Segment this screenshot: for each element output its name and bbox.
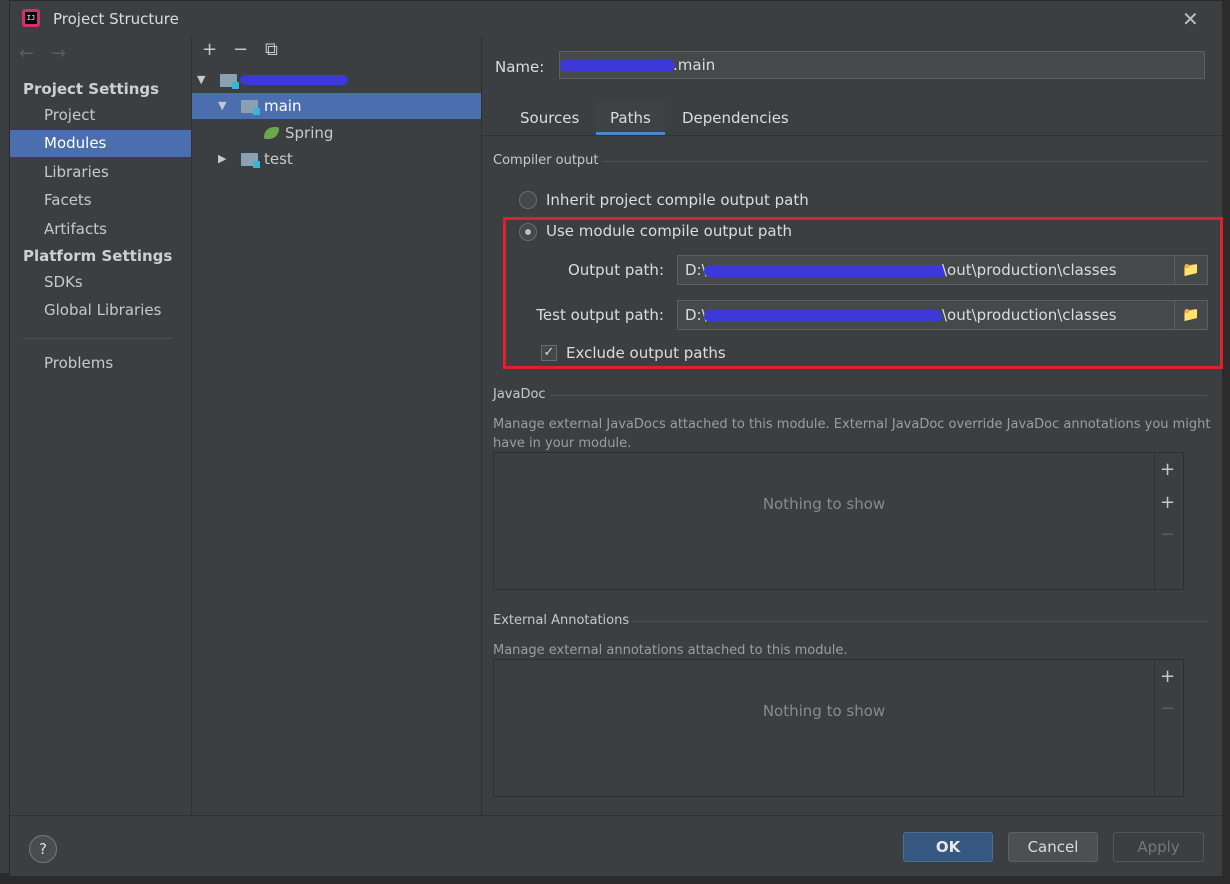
test-output-path-suffix: \out\production\classes	[942, 306, 1117, 324]
module-tabs: Sources Paths Dependencies	[482, 101, 1222, 136]
tree-node-spring[interactable]: Spring	[192, 120, 481, 146]
expanded-arrow-icon[interactable]: ▼	[218, 93, 226, 119]
tree-node-main[interactable]: ▼ main	[192, 93, 481, 119]
add-icon[interactable]: +	[1160, 459, 1175, 480]
nav-item-global-libraries[interactable]: Global Libraries	[10, 297, 191, 324]
add-url-icon[interactable]: +	[1160, 492, 1175, 513]
tree-node-root[interactable]: ▼	[192, 67, 481, 93]
tree-node-label: Spring	[285, 124, 334, 142]
settings-nav: ← → Project Settings Project Modules Lib…	[10, 37, 192, 815]
nav-separator	[23, 338, 173, 339]
nav-item-libraries[interactable]: Libraries	[10, 159, 191, 186]
output-path-input[interactable]: D:\ \out\production\classes 📁	[677, 255, 1208, 285]
inherit-output-radio[interactable]	[519, 191, 537, 209]
external-annotations-description: Manage external annotations attached to …	[493, 643, 848, 658]
nav-item-problems[interactable]: Problems	[10, 350, 191, 377]
module-details-panel: Name: .main Sources Paths Dependencies C…	[482, 37, 1223, 815]
output-path-label: Output path:	[567, 261, 664, 279]
cancel-button[interactable]: Cancel	[1008, 832, 1098, 862]
name-label: Name:	[495, 58, 545, 76]
nav-item-modules[interactable]: Modules	[10, 130, 191, 157]
external-annotations-list[interactable]: Nothing to show + −	[493, 659, 1184, 797]
redaction-mark	[704, 265, 946, 277]
add-icon[interactable]: +	[202, 39, 217, 60]
redaction-mark	[240, 75, 348, 85]
compiler-output-title: Compiler output	[493, 153, 599, 168]
exclude-output-label: Exclude output paths	[566, 344, 726, 362]
javadoc-description: Manage external JavaDocs attached to thi…	[493, 417, 1211, 451]
test-output-path-label: Test output path:	[536, 306, 664, 324]
browse-folder-icon[interactable]: 📁	[1174, 301, 1207, 329]
dialog-title: Project Structure	[53, 10, 179, 28]
spring-leaf-icon	[264, 127, 279, 139]
module-name-input[interactable]: .main	[559, 51, 1205, 79]
group-separator	[550, 395, 1207, 396]
module-folder-icon	[220, 74, 239, 89]
paths-tab-content: Compiler output Inherit project compile …	[482, 136, 1223, 815]
tab-sources[interactable]: Sources	[506, 101, 593, 135]
use-module-output-label: Use module compile output path	[546, 222, 793, 240]
remove-icon[interactable]: −	[233, 39, 248, 60]
tree-node-label: main	[264, 97, 302, 115]
help-icon[interactable]: ?	[29, 835, 57, 863]
copy-icon[interactable]: ⧉	[265, 39, 278, 60]
javadoc-list-toolbar: + + −	[1154, 453, 1183, 589]
nav-item-artifacts[interactable]: Artifacts	[10, 216, 191, 243]
section-project-settings: Project Settings	[23, 80, 160, 98]
module-folder-icon	[241, 153, 260, 168]
ok-button[interactable]: OK	[903, 832, 993, 862]
tab-paths[interactable]: Paths	[596, 101, 665, 135]
javadoc-list[interactable]: Nothing to show + + −	[493, 452, 1184, 590]
collapsed-arrow-icon[interactable]: ▶	[218, 146, 226, 172]
nav-item-facets[interactable]: Facets	[10, 187, 191, 214]
dialog-footer: ? OK Cancel Apply	[10, 815, 1222, 876]
annotations-empty-text: Nothing to show	[762, 702, 886, 720]
expanded-arrow-icon[interactable]: ▼	[197, 67, 205, 93]
module-name-value: .main	[673, 56, 716, 74]
external-annotations-title: External Annotations	[493, 613, 630, 628]
use-module-output-radio[interactable]	[519, 223, 537, 241]
exclude-output-checkbox[interactable]: ✓	[541, 345, 557, 361]
forward-arrow-icon[interactable]: →	[51, 43, 66, 64]
remove-icon: −	[1160, 698, 1176, 719]
annotations-list-toolbar: + −	[1154, 660, 1183, 796]
tree-node-test[interactable]: ▶ test	[192, 146, 481, 172]
inherit-output-label: Inherit project compile output path	[546, 191, 809, 209]
group-separator	[632, 621, 1207, 622]
redaction-mark	[704, 310, 942, 322]
output-path-suffix: \out\production\classes	[942, 261, 1117, 279]
logo-text: IJ	[25, 12, 37, 24]
browse-folder-icon[interactable]: 📁	[1174, 256, 1207, 284]
module-tree-panel: + − ⧉ ▼ ▼ main Spring ▶ test	[192, 37, 482, 815]
nav-item-sdks[interactable]: SDKs	[10, 269, 191, 296]
close-icon[interactable]: ✕	[1182, 7, 1199, 31]
module-folder-icon	[241, 100, 260, 115]
remove-icon: −	[1160, 524, 1176, 545]
javadoc-title: JavaDoc	[493, 387, 546, 402]
add-icon[interactable]: +	[1160, 666, 1175, 687]
section-platform-settings: Platform Settings	[23, 247, 173, 265]
apply-button: Apply	[1113, 832, 1204, 862]
tab-dependencies[interactable]: Dependencies	[668, 101, 803, 135]
title-bar: IJ Project Structure ✕	[10, 1, 1222, 37]
javadoc-empty-text: Nothing to show	[762, 495, 886, 513]
project-structure-dialog: IJ Project Structure ✕ ← → Project Setti…	[9, 0, 1223, 876]
group-separator	[602, 161, 1207, 162]
test-output-path-input[interactable]: D:\ \out\production\classes 📁	[677, 300, 1208, 330]
tree-node-label: test	[264, 150, 293, 168]
intellij-logo-icon: IJ	[22, 9, 40, 27]
nav-item-project[interactable]: Project	[10, 102, 191, 129]
back-arrow-icon[interactable]: ←	[19, 43, 34, 64]
redaction-mark	[560, 59, 675, 72]
